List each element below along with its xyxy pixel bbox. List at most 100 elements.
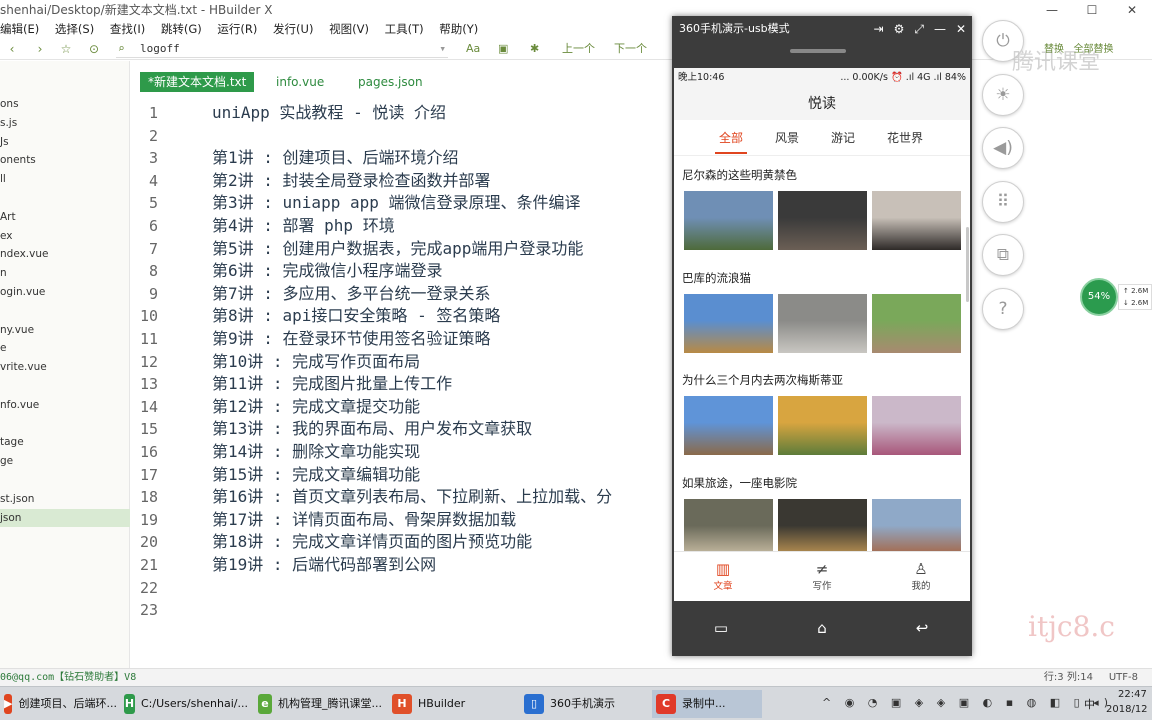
nav-item[interactable]: ≠ 写作: [773, 552, 871, 601]
article-thumbnail[interactable]: [872, 498, 961, 551]
expand-icon[interactable]: ⤢: [914, 16, 924, 42]
code-line[interactable]: 12 第10讲 : 完成写作页面布局: [132, 351, 672, 373]
sidebar-file-item[interactable]: [0, 377, 130, 395]
brightness-icon[interactable]: ☀: [982, 73, 1024, 116]
volume-icon[interactable]: ◀): [982, 127, 1024, 169]
menu-run[interactable]: 运行(R): [217, 20, 257, 38]
replace-all-button[interactable]: 全部替换: [1074, 44, 1114, 55]
sidebar-file-item[interactable]: ll: [0, 170, 130, 188]
sidebar-file-item[interactable]: Js: [0, 133, 130, 151]
menu-help[interactable]: 帮助(Y): [439, 20, 478, 38]
pin-icon[interactable]: ⇥: [874, 16, 884, 42]
recent-apps-icon[interactable]: ▭: [706, 619, 736, 637]
code-line[interactable]: 4 第2讲 : 封装全局登录检查函数并部署: [132, 170, 672, 192]
code-line[interactable]: 1 uniApp 实战教程 - 悦读 介绍: [132, 102, 672, 124]
close-button[interactable]: ✕: [1112, 0, 1152, 20]
menu-view[interactable]: 视图(V): [329, 20, 369, 38]
article-thumbnail[interactable]: [684, 191, 773, 250]
search-input[interactable]: ⌕ logoff ▾: [116, 40, 448, 58]
match-case-button[interactable]: Aa: [466, 38, 480, 60]
maximize-button[interactable]: ☐: [1072, 0, 1112, 20]
sidebar-file-item[interactable]: vrite.vue: [0, 358, 130, 376]
sidebar-file-item[interactable]: ge: [0, 452, 130, 470]
clock-time[interactable]: 22:47: [1118, 689, 1147, 700]
code-line[interactable]: 16 第14讲 : 删除文章功能实现: [132, 441, 672, 463]
screenshot-icon[interactable]: ⧉: [982, 234, 1024, 276]
article-thumbnail[interactable]: [684, 498, 773, 551]
nav-item[interactable]: ♙ 我的: [872, 552, 970, 601]
forward-icon[interactable]: ›: [32, 38, 48, 60]
article-thumbnail[interactable]: [684, 396, 773, 455]
category-tab[interactable]: 全部: [701, 120, 761, 156]
article-card[interactable]: 巴库的流浪猫: [674, 260, 970, 363]
tab-info-vue[interactable]: info.vue: [268, 72, 332, 92]
menu-find[interactable]: 查找(I): [110, 20, 145, 38]
sidebar-file-item[interactable]: json: [0, 508, 130, 527]
keypad-icon[interactable]: ⠿: [982, 180, 1024, 223]
category-tab[interactable]: 花世界: [875, 120, 935, 156]
article-thumbnail[interactable]: [778, 293, 867, 353]
nav-item[interactable]: ▥ 文章: [674, 552, 772, 601]
tray-icons[interactable]: ^ ◉ ◔ ▣ ◈ ◈ ▣ ◐ ▪ ◍ ◧ ▯ ◂): [822, 696, 1113, 709]
encoding[interactable]: UTF-8: [1109, 672, 1138, 683]
ime-indicator[interactable]: 中: [1084, 696, 1095, 712]
drag-handle[interactable]: [790, 49, 846, 53]
taskbar-item[interactable]: e 机构管理_腾讯课堂...: [254, 690, 382, 718]
article-thumbnail[interactable]: [872, 396, 961, 455]
close-icon[interactable]: ✕: [956, 16, 966, 42]
taskbar-item[interactable]: ▶ 创建项目、后端环...: [0, 690, 117, 718]
article-thumbnail[interactable]: [778, 498, 867, 551]
code-line[interactable]: 9 第7讲 : 多应用、多平台统一登录关系: [132, 283, 672, 305]
sidebar-file-item[interactable]: ny.vue: [0, 321, 130, 339]
taskbar-item[interactable]: H HBuilder: [388, 690, 514, 718]
menu-tools[interactable]: 工具(T): [385, 20, 424, 38]
menu-select[interactable]: 选择(S): [55, 20, 94, 38]
code-line[interactable]: 14 第12讲 : 完成文章提交功能: [132, 396, 672, 418]
minimize-button[interactable]: —: [1032, 0, 1072, 20]
code-line[interactable]: 6 第4讲 : 部署 php 环境: [132, 215, 672, 237]
speed-ball[interactable]: 54%: [1080, 278, 1118, 316]
sidebar-file-item[interactable]: s.js: [0, 114, 130, 132]
code-line[interactable]: 15 第13讲 : 我的界面布局、用户发布文章获取: [132, 418, 672, 440]
sidebar-file-item[interactable]: ons: [0, 95, 130, 113]
code-line[interactable]: 10 第8讲 : api接口安全策略 - 签名策略: [132, 305, 672, 327]
chevron-down-icon[interactable]: ▾: [439, 40, 446, 58]
code-line[interactable]: 21 第19讲 : 后端代码部署到公网: [132, 554, 672, 576]
sidebar-file-item[interactable]: [0, 415, 130, 433]
sidebar-file-item[interactable]: n: [0, 264, 130, 282]
code-line[interactable]: 13 第11讲 : 完成图片批量上传工作: [132, 373, 672, 395]
category-tab[interactable]: 风景: [757, 120, 817, 156]
taskbar-item[interactable]: C 录制中...: [652, 690, 762, 718]
sidebar-file-item[interactable]: tage: [0, 433, 130, 451]
back-nav-icon[interactable]: ↩: [907, 619, 937, 637]
find-prev-button[interactable]: 上一个: [562, 38, 595, 60]
tab-new-text-file[interactable]: *新建文本文档.txt: [140, 72, 255, 92]
taskbar-item[interactable]: H C:/Users/shenhai/...: [120, 690, 248, 718]
code-line[interactable]: 11 第9讲 : 在登录环节使用签名验证策略: [132, 328, 672, 350]
help-icon[interactable]: ?: [982, 287, 1024, 330]
code-line[interactable]: 23: [132, 599, 672, 621]
article-thumbnail[interactable]: [872, 191, 961, 250]
home-icon[interactable]: ⌂: [807, 619, 837, 637]
find-next-button[interactable]: 下一个: [614, 38, 647, 60]
article-feed[interactable]: 尼尔森的这些明黄禁色 巴库的流浪猫 为什么三个月内去两次梅斯蒂亚 如果旅途，一座电影院: [674, 157, 970, 551]
code-line[interactable]: 5 第3讲 : uniapp app 端微信登录原理、条件编译: [132, 192, 672, 214]
sidebar-file-item[interactable]: ndex.vue: [0, 245, 130, 263]
code-line[interactable]: 7 第5讲 : 创建用户数据表，完成app端用户登录功能: [132, 238, 672, 260]
regex-icon[interactable]: ▣: [498, 38, 508, 60]
sidebar-file-item[interactable]: ex: [0, 227, 130, 245]
sidebar-file-item[interactable]: ogin.vue: [0, 283, 130, 301]
code-line[interactable]: 17 第15讲 : 完成文章编辑功能: [132, 464, 672, 486]
run-icon[interactable]: ⊙: [86, 38, 102, 60]
word-icon[interactable]: ✱: [530, 38, 539, 60]
article-thumbnail[interactable]: [872, 293, 961, 353]
code-line[interactable]: 22: [132, 577, 672, 599]
clock-date[interactable]: 2018/12: [1106, 704, 1148, 715]
code-editor[interactable]: 1 uniApp 实战教程 - 悦读 介绍 2 3 第1讲 : 创建项目、后端环境介绍 4…: [132, 100, 672, 630]
article-card[interactable]: 尼尔森的这些明黄禁色: [674, 157, 970, 260]
menu-edit[interactable]: 编辑(E): [0, 20, 39, 38]
back-icon[interactable]: ‹: [4, 38, 20, 60]
menu-goto[interactable]: 跳转(G): [161, 20, 202, 38]
sidebar-file-item[interactable]: onents: [0, 151, 130, 169]
article-thumbnail[interactable]: [778, 396, 867, 455]
